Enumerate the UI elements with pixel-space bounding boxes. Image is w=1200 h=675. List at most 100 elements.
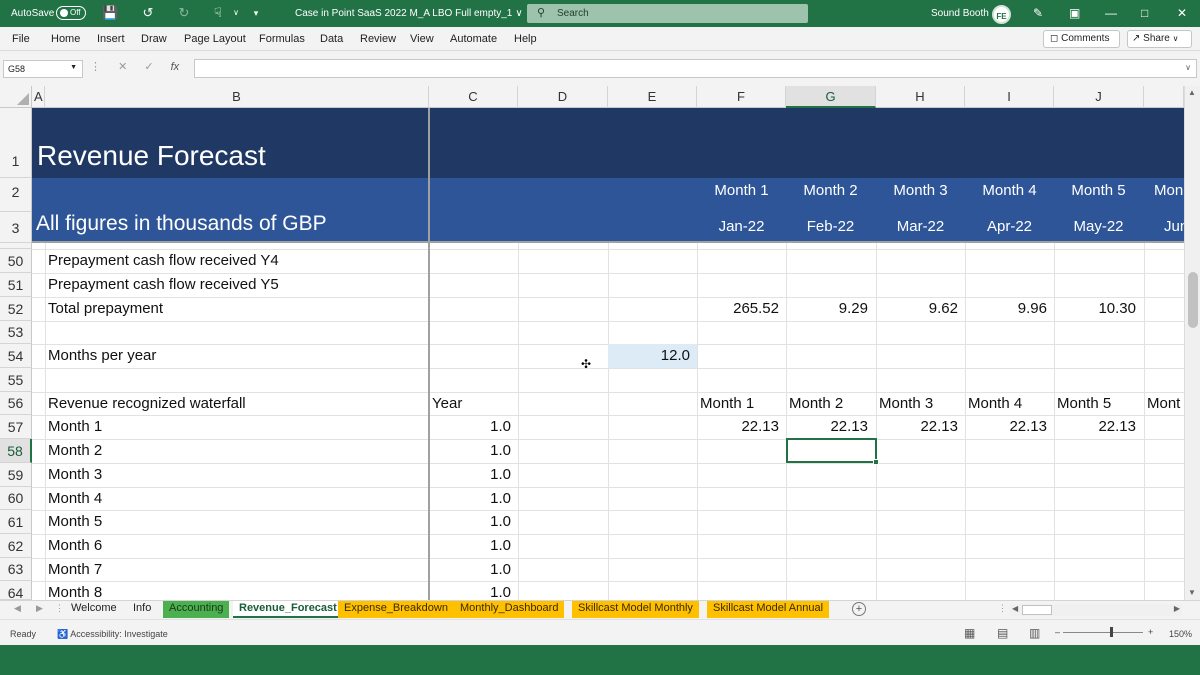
- tab-expense-breakdown[interactable]: Expense_Breakdown: [338, 601, 454, 618]
- tab-next-icon[interactable]: ▶: [36, 603, 43, 614]
- zoom-level[interactable]: 150%: [1169, 629, 1192, 639]
- cell-g56[interactable]: Month 2: [789, 395, 843, 412]
- column-header-e[interactable]: E: [608, 86, 697, 108]
- tab-prev-icon[interactable]: ◀: [14, 603, 21, 614]
- row-header-56[interactable]: 56: [0, 392, 32, 415]
- menu-file[interactable]: File: [12, 33, 30, 45]
- row-header-58[interactable]: 58: [0, 439, 32, 463]
- expand-formula-icon[interactable]: ∨: [1185, 63, 1191, 72]
- page-subtitle[interactable]: All figures in thousands of GBP: [36, 212, 327, 236]
- menu-review[interactable]: Review: [360, 33, 396, 45]
- scroll-down-icon[interactable]: ▼: [1188, 588, 1196, 597]
- zoom-slider-thumb[interactable]: [1110, 627, 1113, 637]
- cell-b56[interactable]: Revenue recognized waterfall: [48, 395, 246, 412]
- row-header-3[interactable]: 3: [0, 212, 32, 243]
- document-title[interactable]: Case in Point SaaS 2022 M_A LBO Full emp…: [295, 8, 523, 19]
- customize-toolbar-icon[interactable]: ▾: [248, 5, 264, 21]
- page-layout-view-icon[interactable]: ▤: [997, 626, 1008, 640]
- cell-f52[interactable]: 265.52: [697, 300, 779, 317]
- scroll-right-icon[interactable]: ▶: [1174, 604, 1180, 613]
- cell-b58[interactable]: Month 2: [48, 442, 102, 459]
- restore-icon[interactable]: □: [1141, 6, 1148, 20]
- cell-e54[interactable]: 12.0: [608, 347, 690, 364]
- header-month-i[interactable]: Month 4: [965, 182, 1054, 199]
- page-title[interactable]: Revenue Forecast: [37, 140, 266, 172]
- cell-b54[interactable]: Months per year: [48, 347, 156, 364]
- cell-j52[interactable]: 10.30: [1054, 300, 1136, 317]
- cell-c64[interactable]: 1.0: [429, 584, 511, 600]
- cell-f56[interactable]: Month 1: [700, 395, 754, 412]
- accessibility-status[interactable]: ♿ Accessibility: Investigate: [57, 629, 168, 640]
- row-header-61[interactable]: 61: [0, 510, 32, 534]
- cell-b63[interactable]: Month 7: [48, 561, 102, 578]
- header-month-f[interactable]: Month 1: [697, 182, 786, 199]
- tab-welcome[interactable]: Welcome: [65, 601, 123, 618]
- header-month-k[interactable]: Mon: [1154, 182, 1184, 199]
- undo-icon[interactable]: ↺: [140, 5, 156, 21]
- formula-input[interactable]: ∨: [194, 59, 1197, 78]
- chevron-down-icon[interactable]: ∨: [228, 5, 244, 21]
- column-header-b[interactable]: B: [45, 86, 429, 108]
- cell-j56[interactable]: Month 5: [1057, 395, 1111, 412]
- menu-insert[interactable]: Insert: [97, 33, 125, 45]
- header-month-j[interactable]: Month 5: [1054, 182, 1143, 199]
- menu-view[interactable]: View: [410, 33, 434, 45]
- cell-h57[interactable]: 22.13: [876, 418, 958, 435]
- header-month-h[interactable]: Month 3: [876, 182, 965, 199]
- more-icon[interactable]: ⋮: [55, 603, 64, 614]
- cell-g52[interactable]: 9.29: [786, 300, 868, 317]
- redo-icon[interactable]: ↻: [176, 5, 192, 21]
- row-header-63[interactable]: 63: [0, 558, 32, 581]
- header-date-f[interactable]: Jan-22: [697, 218, 786, 235]
- vertical-scrollbar[interactable]: ▲ ▼: [1184, 86, 1200, 600]
- scroll-left-icon[interactable]: ◀: [1012, 604, 1018, 613]
- share-button[interactable]: ↗ Share ∨: [1127, 30, 1192, 48]
- row-header-1[interactable]: 1: [0, 108, 32, 178]
- header-date-k[interactable]: Jun: [1164, 218, 1184, 235]
- cell-b50[interactable]: Prepayment cash flow received Y4: [48, 252, 279, 269]
- cell-b51[interactable]: Prepayment cash flow received Y5: [48, 276, 279, 293]
- pen-icon[interactable]: ✎: [1033, 6, 1043, 20]
- row-header-57[interactable]: 57: [0, 415, 32, 439]
- touch-mode-icon[interactable]: ☟: [210, 5, 226, 21]
- row-header-62[interactable]: 62: [0, 534, 32, 558]
- active-cell-g58[interactable]: [786, 438, 879, 465]
- name-box[interactable]: G58 ▼: [3, 60, 83, 78]
- header-date-h[interactable]: Mar-22: [876, 218, 965, 235]
- column-header-a[interactable]: A: [32, 86, 45, 108]
- row-header-2[interactable]: 2: [0, 178, 32, 212]
- menu-draw[interactable]: Draw: [141, 33, 167, 45]
- tab-info[interactable]: Info: [127, 601, 157, 618]
- header-date-g[interactable]: Feb-22: [786, 218, 875, 235]
- zoom-in-icon[interactable]: +: [1148, 627, 1153, 637]
- save-icon[interactable]: 💾: [102, 5, 118, 21]
- menu-help[interactable]: Help: [514, 33, 537, 45]
- cell-b52[interactable]: Total prepayment: [48, 300, 163, 317]
- scroll-up-icon[interactable]: ▲: [1188, 88, 1196, 97]
- menu-automate[interactable]: Automate: [450, 33, 497, 45]
- row-header-53[interactable]: 53: [0, 321, 32, 344]
- tab-monthly-dashboard[interactable]: Monthly_Dashboard: [454, 601, 565, 618]
- menu-formulas[interactable]: Formulas: [259, 33, 305, 45]
- cell-c58[interactable]: 1.0: [429, 442, 511, 459]
- cell-g57[interactable]: 22.13: [786, 418, 868, 435]
- cell-b64[interactable]: Month 8: [48, 584, 102, 600]
- page-break-view-icon[interactable]: ▥: [1029, 626, 1040, 640]
- cancel-icon[interactable]: ✕: [118, 61, 127, 73]
- tab-skillcast-monthly[interactable]: Skillcast Model Monthly: [572, 601, 699, 618]
- minimize-icon[interactable]: —: [1105, 6, 1117, 20]
- zoom-out-icon[interactable]: –: [1055, 627, 1060, 637]
- menu-page-layout[interactable]: Page Layout: [184, 33, 246, 45]
- scroll-thumb[interactable]: [1188, 272, 1198, 328]
- header-date-i[interactable]: Apr-22: [965, 218, 1054, 235]
- row-header-55[interactable]: 55: [0, 368, 32, 392]
- tab-accounting[interactable]: Accounting: [163, 601, 230, 618]
- cell-i52[interactable]: 9.96: [965, 300, 1047, 317]
- cell-b59[interactable]: Month 3: [48, 466, 102, 483]
- column-header-h[interactable]: H: [876, 86, 965, 108]
- horizontal-scrollbar[interactable]: ◀ ▶: [1010, 604, 1182, 616]
- cell-b62[interactable]: Month 6: [48, 537, 102, 554]
- column-header-c[interactable]: C: [429, 86, 518, 108]
- tab-skillcast-annual[interactable]: Skillcast Model Annual: [707, 601, 830, 618]
- scroll-thumb[interactable]: [1022, 605, 1052, 615]
